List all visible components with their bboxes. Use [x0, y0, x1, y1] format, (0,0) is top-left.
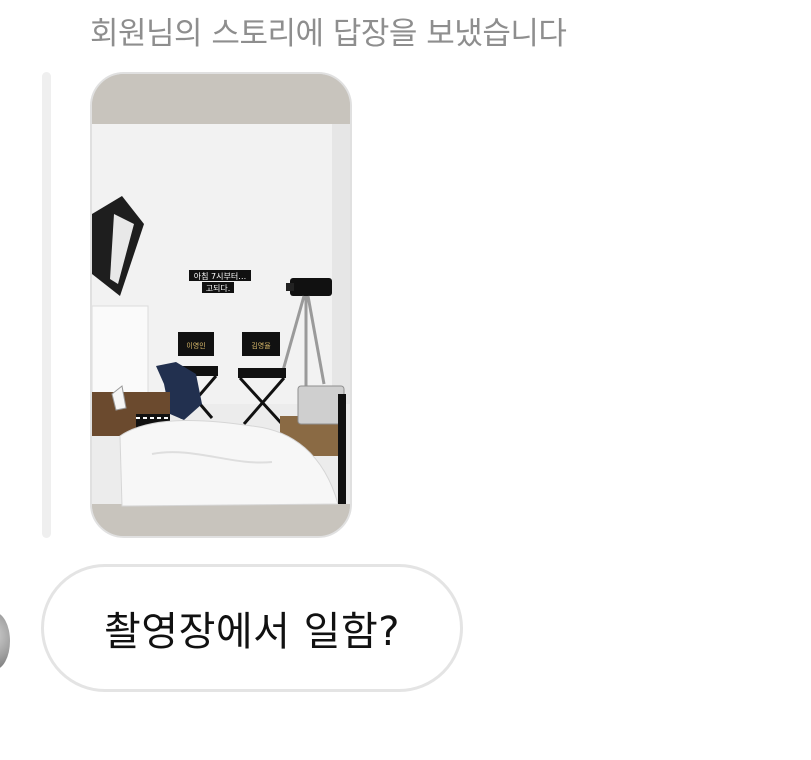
svg-text:이영인: 이영인: [186, 341, 205, 350]
svg-text:고되다.: 고되다.: [206, 284, 231, 293]
story-preview-card[interactable]: 아침 7시부터… 고되다. 이영인 김영율: [90, 72, 352, 538]
story-image: 아침 7시부터… 고되다. 이영인 김영율: [92, 74, 350, 536]
story-reply-header: 회원님의 스토리에 답장을 보냈습니다: [90, 16, 567, 52]
svg-text:김영율: 김영율: [251, 341, 271, 350]
sender-avatar[interactable]: [0, 612, 10, 670]
message-text: 촬영장에서 일함?: [103, 609, 401, 655]
svg-text:아침 7시부터…: 아침 7시부터…: [194, 271, 246, 281]
message-bubble[interactable]: 촬영장에서 일함?: [41, 564, 463, 692]
quote-bar: [42, 72, 51, 538]
